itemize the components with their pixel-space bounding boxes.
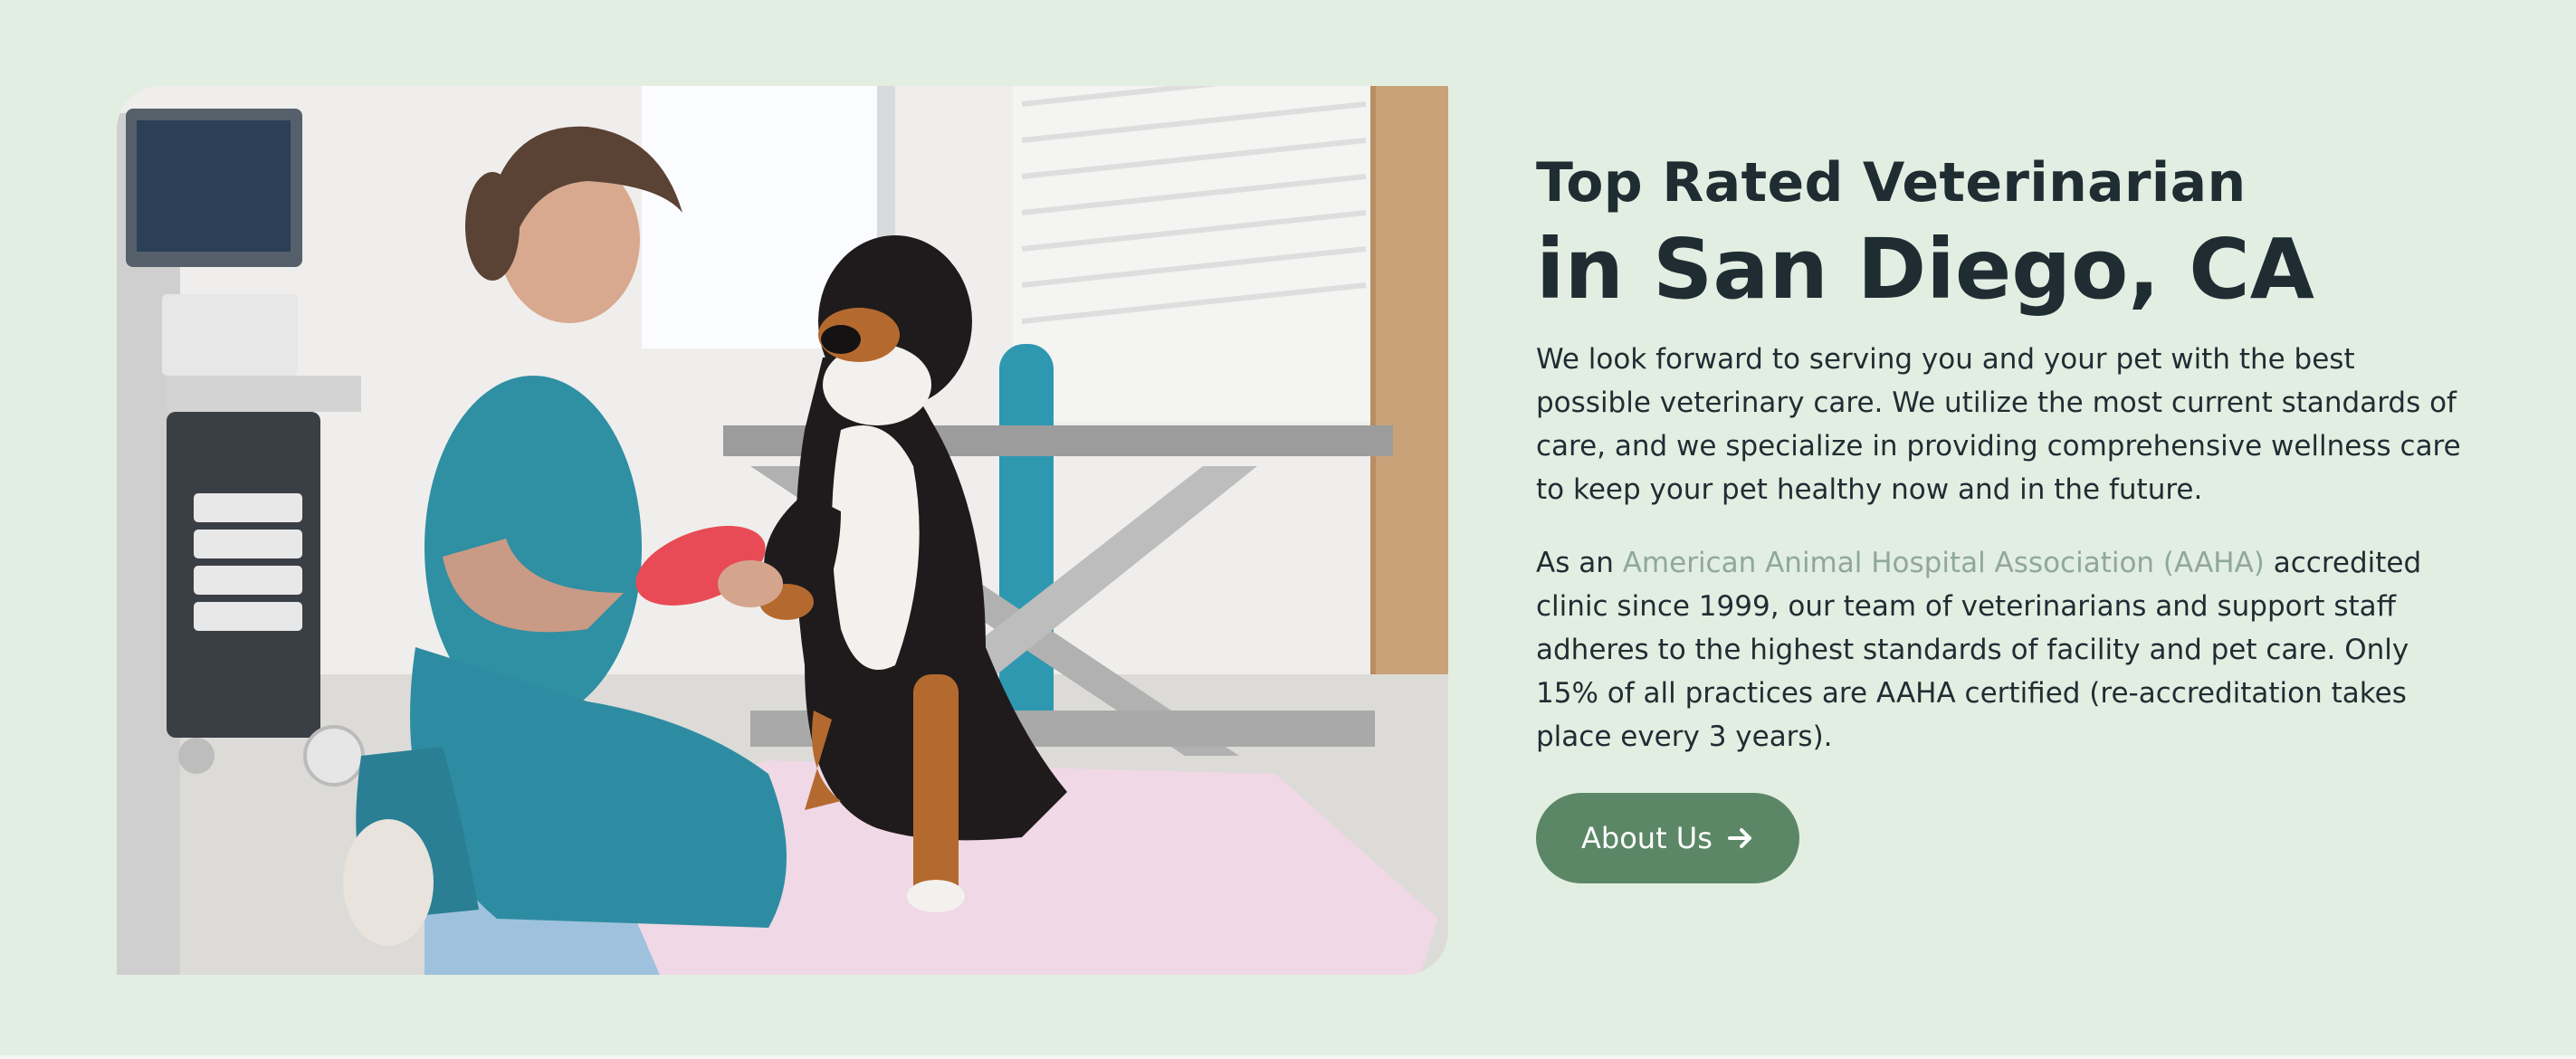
vet-with-dog-photo	[117, 86, 1448, 975]
hero-heading: Top Rated Veterinarian in San Diego, CA	[1536, 152, 2486, 318]
section-divider	[0, 1055, 2576, 1059]
hero-content: Top Rated Veterinarian in San Diego, CA …	[1536, 136, 2486, 883]
about-us-button-label: About Us	[1581, 820, 1713, 855]
heading-line-1: Top Rated Veterinarian	[1536, 151, 2247, 215]
photo-illustration	[117, 86, 1448, 975]
hero-section: Top Rated Veterinarian in San Diego, CA …	[0, 0, 2576, 1055]
aaha-paragraph-prefix: As an	[1536, 546, 1623, 579]
heading-line-2: in San Diego, CA	[1536, 221, 2314, 318]
arrow-right-icon	[1727, 825, 1754, 852]
about-us-button[interactable]: About Us	[1536, 792, 1799, 883]
aaha-paragraph: As an American Animal Hospital Associati…	[1536, 541, 2477, 758]
aaha-link[interactable]: American Animal Hospital Association (AA…	[1623, 547, 2265, 579]
intro-paragraph: We look forward to serving you and your …	[1536, 342, 2461, 506]
